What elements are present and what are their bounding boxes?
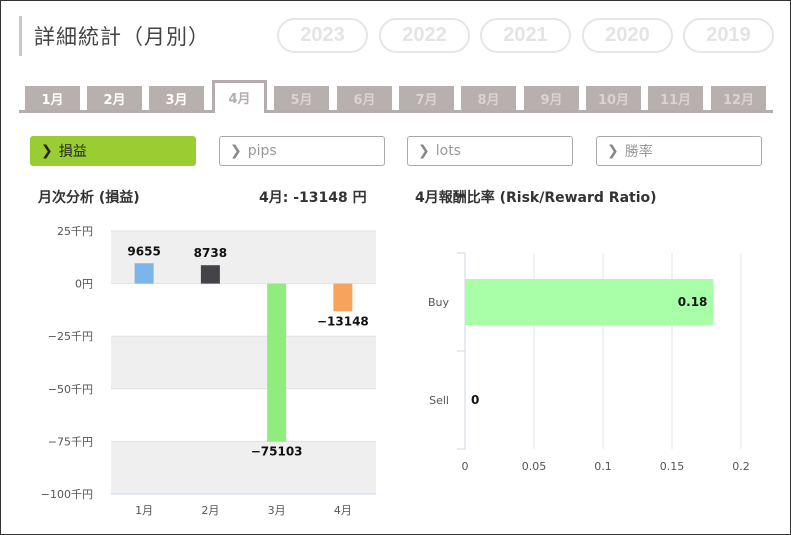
x-tick-label: 0.05 bbox=[522, 460, 547, 473]
y-tick-label: Sell bbox=[429, 394, 449, 407]
stats-panel: 詳細統計（月別） 2023 2022 2021 2020 2019 1月 2月 … bbox=[0, 0, 791, 535]
data-label: 0 bbox=[471, 393, 479, 407]
chevron-right-icon: ❯ bbox=[418, 143, 430, 159]
metric-button-profit[interactable]: ❯ 損益 bbox=[30, 136, 196, 166]
year-tab-2019[interactable]: 2019 bbox=[683, 18, 774, 53]
month-tab-9[interactable]: 9月 bbox=[524, 86, 579, 110]
x-tick-label: 1月 bbox=[135, 504, 153, 517]
metric-button-label: 勝率 bbox=[624, 144, 653, 160]
data-label: −13148 bbox=[317, 314, 369, 328]
chevron-right-icon: ❯ bbox=[607, 143, 619, 159]
bar bbox=[134, 263, 154, 284]
metric-button-winrate[interactable]: ❯ 勝率 bbox=[596, 136, 762, 166]
bar bbox=[200, 265, 220, 284]
month-tab-6[interactable]: 6月 bbox=[337, 86, 392, 110]
data-label: 0.18 bbox=[678, 295, 708, 309]
y-tick-label: −75千円 bbox=[48, 435, 93, 448]
year-tab-2022[interactable]: 2022 bbox=[379, 18, 470, 53]
chevron-right-icon: ❯ bbox=[41, 143, 53, 159]
risk-reward-chart: 0 0.05 0.1 0.15 0.2 Buy 0.18 Sell 0 bbox=[428, 252, 750, 473]
month-tab-1[interactable]: 1月 bbox=[25, 86, 80, 110]
y-tick-label: −25千円 bbox=[48, 330, 93, 343]
x-tick-label: 0 bbox=[462, 460, 469, 473]
chevron-right-icon: ❯ bbox=[230, 143, 242, 159]
y-tick-label: Buy bbox=[428, 296, 450, 309]
bar bbox=[267, 283, 287, 442]
data-label: 8738 bbox=[194, 246, 227, 260]
year-tab-2023[interactable]: 2023 bbox=[277, 18, 368, 53]
month-tab-11[interactable]: 11月 bbox=[648, 86, 703, 110]
y-tick-label: −100千円 bbox=[41, 488, 93, 501]
page-title-bar: 詳細統計（月別） bbox=[19, 16, 210, 56]
year-tab-2020[interactable]: 2020 bbox=[582, 18, 673, 53]
data-label: 9655 bbox=[127, 244, 160, 258]
y-tick-label: −50千円 bbox=[48, 383, 93, 396]
month-tab-10[interactable]: 10月 bbox=[586, 86, 641, 110]
year-tab-2021[interactable]: 2021 bbox=[480, 18, 571, 53]
x-tick-label: 0.1 bbox=[594, 460, 612, 473]
monthly-chart-title: 月次分析 (損益) bbox=[38, 190, 140, 206]
month-tab-8[interactable]: 8月 bbox=[461, 86, 516, 110]
x-tick-label: 3月 bbox=[268, 504, 286, 517]
metric-button-lots[interactable]: ❯ lots bbox=[407, 136, 573, 166]
month-tab-4[interactable]: 4月 bbox=[212, 80, 267, 113]
x-tick-label: 4月 bbox=[334, 504, 352, 517]
data-label: −75103 bbox=[251, 445, 303, 459]
monthly-summary: 4月: -13148 円 bbox=[259, 190, 367, 206]
month-tab-5[interactable]: 5月 bbox=[274, 86, 329, 110]
rr-chart-title: 4月報酬比率 (Risk/Reward Ratio) bbox=[415, 190, 657, 206]
plot-band bbox=[111, 336, 376, 389]
metric-button-pips[interactable]: ❯ pips bbox=[219, 136, 385, 166]
month-tab-underline bbox=[19, 110, 773, 113]
metric-button-label: pips bbox=[247, 143, 277, 159]
month-tab-12[interactable]: 12月 bbox=[711, 86, 766, 110]
month-tab-2[interactable]: 2月 bbox=[87, 86, 142, 110]
monthly-profit-chart: 25千円 0円 −25千円 −50千円 −75千円 −100千円 9655 1月 8738 2月 −… bbox=[41, 225, 376, 517]
y-tick-label: 25千円 bbox=[57, 225, 93, 238]
x-tick-label: 0.15 bbox=[660, 460, 685, 473]
metric-button-label: 損益 bbox=[58, 144, 87, 160]
y-tick-label: 0円 bbox=[75, 278, 93, 291]
bar bbox=[333, 283, 353, 312]
page-title: 詳細統計（月別） bbox=[34, 25, 210, 49]
bar bbox=[465, 279, 714, 325]
month-tab-3[interactable]: 3月 bbox=[149, 86, 204, 110]
x-tick-label: 2月 bbox=[201, 504, 219, 517]
x-tick-label: 0.2 bbox=[732, 460, 750, 473]
month-tab-7[interactable]: 7月 bbox=[399, 86, 454, 110]
metric-button-label: lots bbox=[435, 143, 461, 159]
plot-band bbox=[111, 441, 376, 494]
